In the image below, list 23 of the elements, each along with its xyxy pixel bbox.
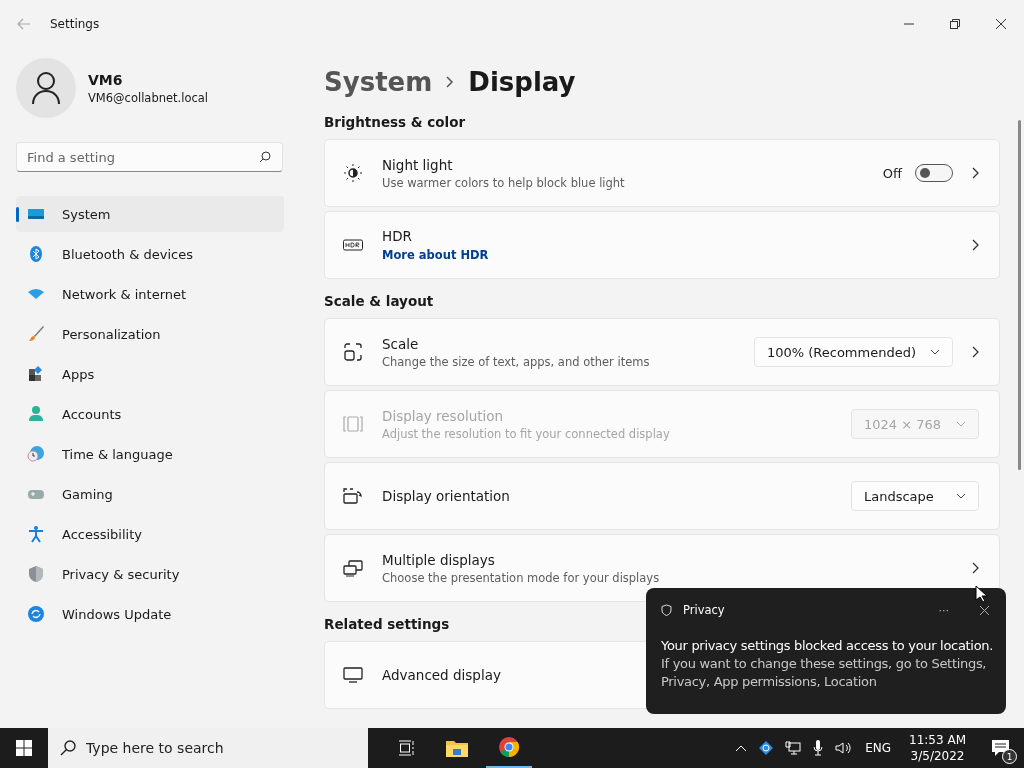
toggle-label: Off (882, 165, 902, 181)
setting-title: Display orientation (382, 488, 510, 504)
toast-message: If you want to change these settings, go to Settings, Privacy, App permissions, Location (661, 655, 988, 691)
page-title: Display (468, 67, 576, 97)
setting-title: Scale (382, 335, 419, 352)
notification-count: 1 (1002, 749, 1017, 764)
setting-title: HDR (382, 227, 412, 244)
user-name: VM6 (88, 71, 124, 88)
setting-title: Night light (382, 156, 453, 173)
setting-title: Multiple displays (382, 551, 495, 568)
toast-app-name: Privacy (683, 603, 725, 617)
setting-description: Change the size of text, apps, and other items (382, 354, 650, 369)
window-title: Settings (50, 17, 100, 31)
setting-title: Display resolution (382, 407, 504, 424)
setting-description: Adjust the resolution to fit your connected display (382, 426, 670, 441)
setting-title: Advanced display (382, 667, 501, 683)
setting-description: Choose the presentation mode for your displays (382, 570, 660, 585)
setting-description: Use warmer colors to help block blue light (382, 175, 625, 190)
user-email: VM6@collabnet.local (88, 90, 209, 105)
toast-title: Your privacy settings blocked access to your location. (661, 638, 990, 653)
section-heading: Scale & layout (324, 293, 435, 309)
section-heading: Related settings (324, 616, 451, 632)
section-heading: Brightness & color (324, 114, 467, 130)
